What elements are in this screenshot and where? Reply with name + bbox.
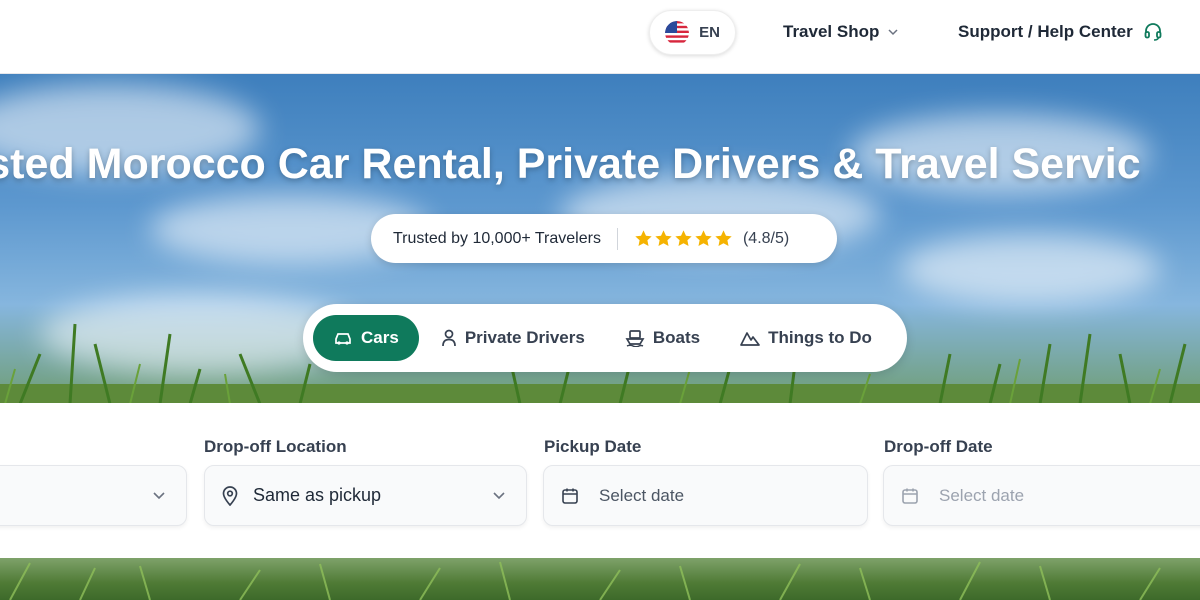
nav-support-label: Support / Help Center — [958, 22, 1133, 41]
chevron-down-icon — [888, 29, 898, 36]
person-icon — [441, 329, 456, 347]
dropoff-date-placeholder: Select date — [939, 485, 1025, 505]
pickup-date-input[interactable]: Select date — [543, 465, 868, 526]
trust-text: Trusted by 10,000+ Travelers — [393, 229, 601, 247]
cloud — [900, 234, 1160, 304]
star-icon — [655, 230, 672, 247]
tab-things-to-do-label: Things to Do — [768, 328, 872, 347]
top-header: EN Travel Shop Support / Help Center — [0, 0, 1200, 74]
star-icon — [635, 230, 652, 247]
hero-title: usted Morocco Car Rental, Private Driver… — [0, 140, 1141, 188]
tab-boats[interactable]: Boats — [607, 315, 718, 361]
dropoff-location-value: Same as pickup — [253, 485, 382, 505]
calendar-icon — [562, 488, 578, 504]
pickup-location-select[interactable] — [0, 465, 187, 526]
nav-travel-shop-label: Travel Shop — [783, 22, 880, 41]
chevron-down-icon — [493, 492, 505, 500]
dropoff-location-label: Drop-off Location — [204, 437, 347, 456]
boat-icon — [625, 330, 645, 347]
tab-boats-label: Boats — [652, 328, 701, 347]
half-star-icon — [715, 230, 732, 247]
tab-cars-label: Cars — [361, 328, 399, 347]
hero-banner: usted Morocco Car Rental, Private Driver… — [0, 74, 1200, 404]
language-selector[interactable]: EN — [649, 10, 736, 55]
grass-texture — [9, 561, 1161, 600]
star-icon — [675, 230, 692, 247]
dropoff-location-select[interactable]: Same as pickup — [204, 465, 527, 526]
car-icon — [335, 333, 351, 345]
tab-things-to-do[interactable]: Things to Do — [722, 315, 890, 361]
divider — [616, 227, 618, 250]
tab-private-drivers-label: Private Drivers — [464, 328, 585, 347]
pickup-date-placeholder: Select date — [599, 485, 685, 505]
star-icon — [695, 230, 712, 247]
trust-badge: Trusted by 10,000+ Travelers (4.8/5) — [371, 214, 837, 263]
grass-strip — [0, 558, 1200, 600]
language-label: EN — [699, 24, 720, 41]
pickup-date-label: Pickup Date — [544, 437, 642, 456]
location-pin-icon — [222, 485, 238, 506]
mountain-icon — [740, 332, 760, 346]
dropoff-date-label: Drop-off Date — [884, 437, 993, 456]
nav-travel-shop[interactable]: Travel Shop — [783, 22, 899, 42]
rating-stars — [634, 229, 733, 248]
service-tabs: Cars Private Drivers Boats Things to Do — [303, 304, 907, 372]
nav-support[interactable]: Support / Help Center — [958, 22, 1163, 42]
calendar-icon — [902, 488, 918, 504]
chevron-down-icon — [153, 492, 165, 500]
rating-value: (4.8/5) — [742, 229, 790, 247]
us-flag-icon — [665, 20, 690, 45]
headset-icon — [1144, 23, 1162, 41]
search-form: Drop-off Location Same as pickup Pickup … — [0, 403, 1200, 558]
tab-cars[interactable]: Cars — [313, 315, 419, 361]
tab-private-drivers[interactable]: Private Drivers — [423, 315, 603, 361]
dropoff-date-input[interactable]: Select date — [883, 465, 1200, 526]
